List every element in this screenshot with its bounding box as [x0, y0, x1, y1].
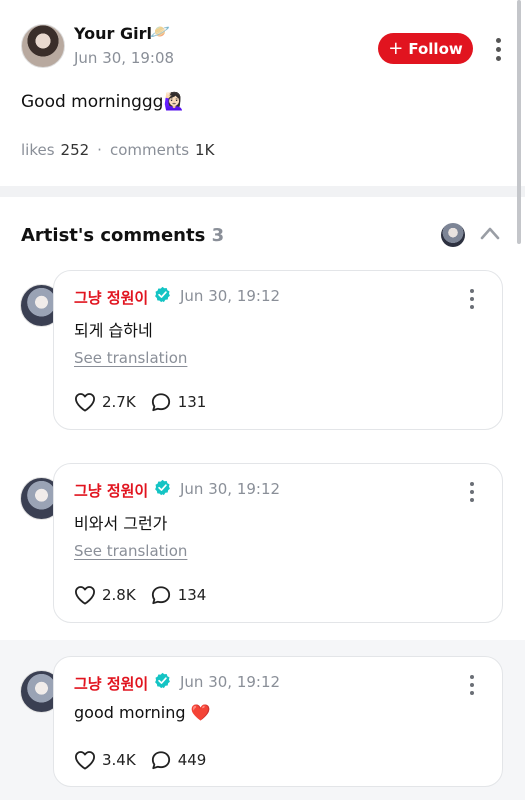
reply-count: 134	[177, 586, 207, 604]
reply-count: 449	[177, 751, 207, 769]
author-name[interactable]: Your Girl	[74, 24, 152, 43]
see-translation-link[interactable]: See translation	[74, 349, 187, 367]
comment-stats: 3.4K 449	[74, 750, 220, 770]
comments-count[interactable]: 1K	[195, 141, 214, 159]
comment-more-icon[interactable]	[469, 482, 475, 502]
commenter-name[interactable]: 그냥 정원이	[74, 673, 148, 694]
likes-label: likes	[21, 141, 55, 159]
scrollbar[interactable]	[517, 0, 521, 244]
comment-timestamp: Jun 30, 19:12	[180, 673, 281, 691]
comment-card: 그냥 정원이 Jun 30, 19:12 비와서 그런가 See transla…	[53, 463, 503, 623]
comment-bubble-icon[interactable]	[150, 750, 172, 770]
planet-icon: 🪐	[150, 22, 170, 41]
likes-count: 252	[60, 141, 90, 159]
comment-bubble-icon[interactable]	[150, 585, 172, 605]
comment-stats: 2.7K 131	[74, 392, 220, 412]
comment-card: 그냥 정원이 Jun 30, 19:12 되게 습하네 See translat…	[53, 270, 503, 430]
like-count: 3.4K	[102, 751, 136, 769]
heart-icon[interactable]	[74, 392, 96, 412]
commenter-name[interactable]: 그냥 정원이	[74, 287, 148, 308]
see-translation-link[interactable]: See translation	[74, 542, 187, 560]
like-count: 2.8K	[102, 586, 136, 604]
artist-comments-label: Artist's comments	[21, 225, 206, 246]
plus-icon: +	[388, 37, 404, 59]
heart-icon[interactable]	[74, 585, 96, 605]
follow-label: Follow	[408, 39, 463, 58]
comments-label[interactable]: comments	[110, 141, 189, 159]
post-more-icon[interactable]	[495, 38, 501, 61]
artist-comments-title: Artist's comments 3	[21, 225, 224, 246]
reply-count: 131	[177, 393, 207, 411]
artist-mini-avatar[interactable]	[441, 223, 465, 247]
comment-timestamp: Jun 30, 19:12	[180, 287, 281, 305]
comment-more-icon[interactable]	[469, 289, 475, 309]
comment-text: 되게 습하네	[74, 321, 153, 340]
comment-timestamp: Jun 30, 19:12	[180, 480, 281, 498]
post-timestamp: Jun 30, 19:08	[74, 49, 175, 67]
post: Your Girl 🪐 Jun 30, 19:08 + Follow Good …	[0, 0, 525, 186]
artist-comments-count: 3	[211, 225, 225, 246]
post-stats: likes 252 · comments 1K	[21, 141, 214, 159]
verified-icon	[155, 479, 170, 496]
comment-card: 그냥 정원이 Jun 30, 19:12 good morning ❤️ 3.4…	[53, 656, 503, 787]
heart-icon[interactable]	[74, 750, 96, 770]
follow-button[interactable]: + Follow	[378, 33, 473, 64]
verified-icon	[155, 672, 170, 689]
chevron-up-icon[interactable]	[480, 226, 500, 240]
stats-separator: ·	[97, 141, 102, 159]
comment-text: 비와서 그런가	[74, 514, 168, 533]
comment-text: good morning ❤️	[74, 703, 211, 722]
like-count: 2.7K	[102, 393, 136, 411]
author-avatar[interactable]	[21, 24, 65, 68]
commenter-name[interactable]: 그냥 정원이	[74, 480, 148, 501]
comment-bubble-icon[interactable]	[150, 392, 172, 412]
comment-stats: 2.8K 134	[74, 585, 220, 605]
post-text: Good morninggg🙋🏻‍♀️	[21, 92, 185, 112]
verified-icon	[155, 286, 170, 303]
section-divider	[0, 186, 525, 197]
comment-more-icon[interactable]	[469, 675, 475, 695]
